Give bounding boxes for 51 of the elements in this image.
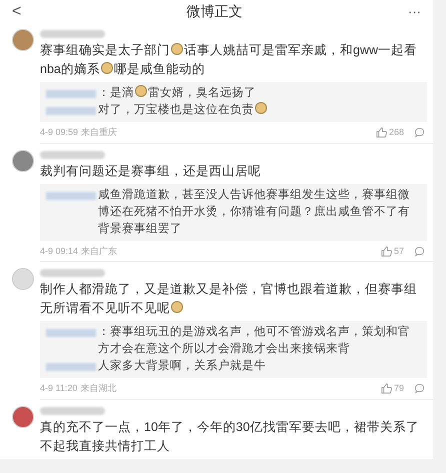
like-button[interactable]: 268 <box>376 126 404 140</box>
reply-text: ：赛事组玩丑的是游戏名声，他可不管游戏名声，策划和官方才会在意这个所以才会滑跪才会出来接锅来背 <box>98 324 411 357</box>
comment-text: 真的充不了一点，10年了，今年的30亿找雷军要去吧，裙带关系了不起我直接共情打工人 <box>40 418 420 454</box>
like-count: 79 <box>394 382 404 395</box>
like-count: 268 <box>388 126 404 139</box>
comment-source: 来自广东 <box>81 244 118 258</box>
blurred-name <box>46 192 96 200</box>
comment-button[interactable] <box>414 246 425 257</box>
blurred-name <box>46 90 96 98</box>
reply-text: 咸鱼滑跪道歉，甚至没人告诉他赛事组发生这些，赛事组微博还在死猪不怕开水烫，你猜谁有问题？庶出咸鱼管不了有背景赛事组罢了 <box>98 187 411 236</box>
emoji-icon <box>255 102 267 114</box>
reply-text: ：是滴 雷女婿，臭名远扬了 <box>98 85 256 101</box>
like-count: 57 <box>394 244 404 258</box>
blurred-name <box>46 329 96 337</box>
avatar <box>12 150 34 172</box>
comment-button[interactable] <box>414 127 425 138</box>
comment-source: 来自重庆 <box>81 126 118 139</box>
comment-time: 4-9 11:20 <box>40 382 78 395</box>
comment-source: 来自湖北 <box>80 382 116 395</box>
blurred-name <box>46 107 96 115</box>
avatar <box>12 268 34 290</box>
blurred-name <box>46 363 96 371</box>
comment-text: 赛事组确实是太子部门 话事人姚喆可是雷军亲戚，和gww一起看nba的嫡系 哪是咸鱼能动的 <box>40 42 418 78</box>
reply-text: 人家多大背景啊，关系户就是牛 <box>98 358 266 374</box>
avatar <box>12 406 34 428</box>
thumbs-up-icon <box>376 127 387 138</box>
emoji-icon <box>171 301 183 313</box>
blurred-name <box>40 30 105 38</box>
more-button[interactable]: ··· <box>408 5 421 18</box>
comment-time: 4-9 09:59 <box>40 126 78 139</box>
blurred-name <box>40 406 105 414</box>
like-button[interactable]: 57 <box>380 244 404 258</box>
comment-text: 制作人都滑跪了，又是道歉又是补偿，官博也跟着道歉，但赛事组无所谓看不见听不见呢 <box>40 281 418 317</box>
blurred-name <box>40 269 105 277</box>
avatar <box>12 29 34 51</box>
thumbs-up-icon <box>380 383 392 394</box>
emoji-icon <box>100 62 113 74</box>
comment-icon <box>414 246 425 257</box>
comment-icon <box>414 127 425 138</box>
emoji-icon <box>171 43 183 55</box>
reply-text: 对了，万宝楼也是这位在负责 <box>98 102 268 119</box>
like-button[interactable]: 79 <box>380 382 404 396</box>
comment-icon <box>414 383 425 394</box>
blurred-name <box>40 150 105 158</box>
back-button[interactable]: < <box>12 4 22 20</box>
emoji-icon <box>135 85 147 97</box>
thumbs-up-icon <box>380 246 392 257</box>
comment-text: 裁判有问题还是赛事组，还是西山居呢 <box>40 162 262 180</box>
page-title: 微博正文 <box>186 2 243 21</box>
comment-button[interactable] <box>414 383 425 394</box>
comment-time: 4-9 09:14 <box>40 244 78 258</box>
